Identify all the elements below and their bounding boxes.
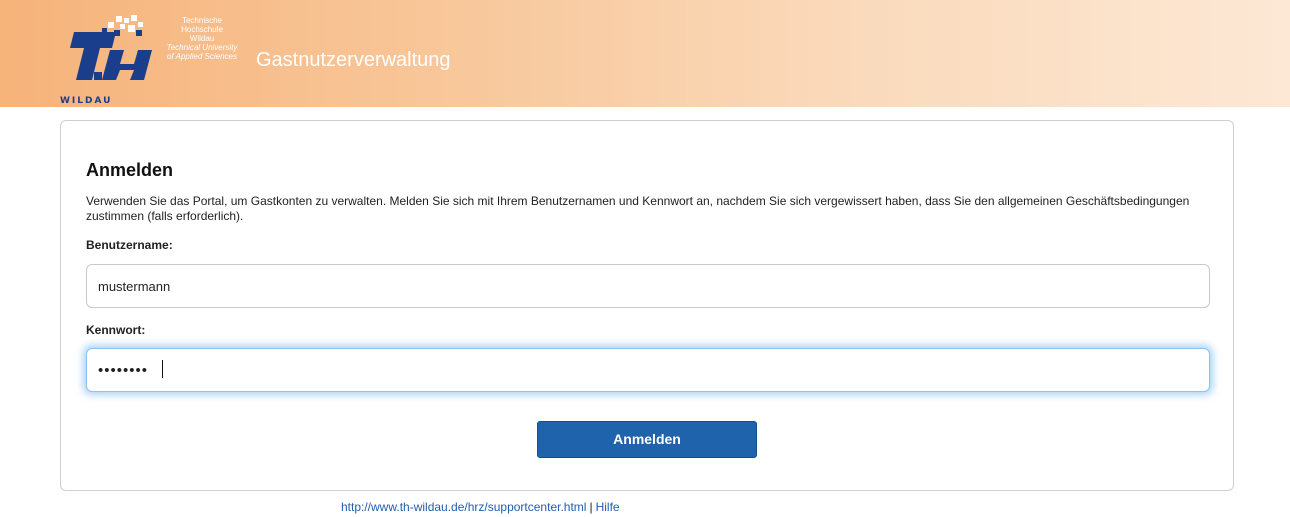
- username-input[interactable]: [86, 264, 1210, 308]
- login-description: Verwenden Sie das Portal, um Gastkonten …: [86, 194, 1190, 223]
- support-center-link[interactable]: http://www.th-wildau.de/hrz/supportcente…: [341, 500, 586, 514]
- login-card: Anmelden Verwenden Sie das Portal, um Ga…: [60, 120, 1234, 491]
- logo-line-5: of Applied Sciences: [167, 52, 237, 61]
- logo-line-3: Wildau: [189, 34, 215, 43]
- footer-separator: |: [589, 500, 593, 514]
- password-input[interactable]: [86, 348, 1210, 392]
- password-label: Kennwort:: [86, 323, 146, 337]
- logo-line-2: Hochschule: [181, 25, 223, 34]
- th-wildau-logo: Technische Hochschule Wildau Technical U…: [58, 14, 248, 106]
- th-logo-mark-icon: [70, 15, 152, 80]
- logo-wordmark: WILDAU: [60, 96, 113, 106]
- username-label: Benutzername:: [86, 238, 173, 252]
- page-header: Technische Hochschule Wildau Technical U…: [0, 0, 1290, 107]
- app-title: Gastnutzerverwaltung: [256, 49, 451, 71]
- login-title: Anmelden: [86, 160, 174, 180]
- text-caret: [162, 360, 163, 378]
- logo-line-4: Technical University: [166, 43, 238, 52]
- help-link[interactable]: Hilfe: [596, 500, 620, 514]
- logo-text: Technische Hochschule Wildau Technical U…: [152, 16, 252, 61]
- login-button[interactable]: Anmelden: [537, 421, 757, 458]
- logo-line-1: Technische: [181, 16, 223, 25]
